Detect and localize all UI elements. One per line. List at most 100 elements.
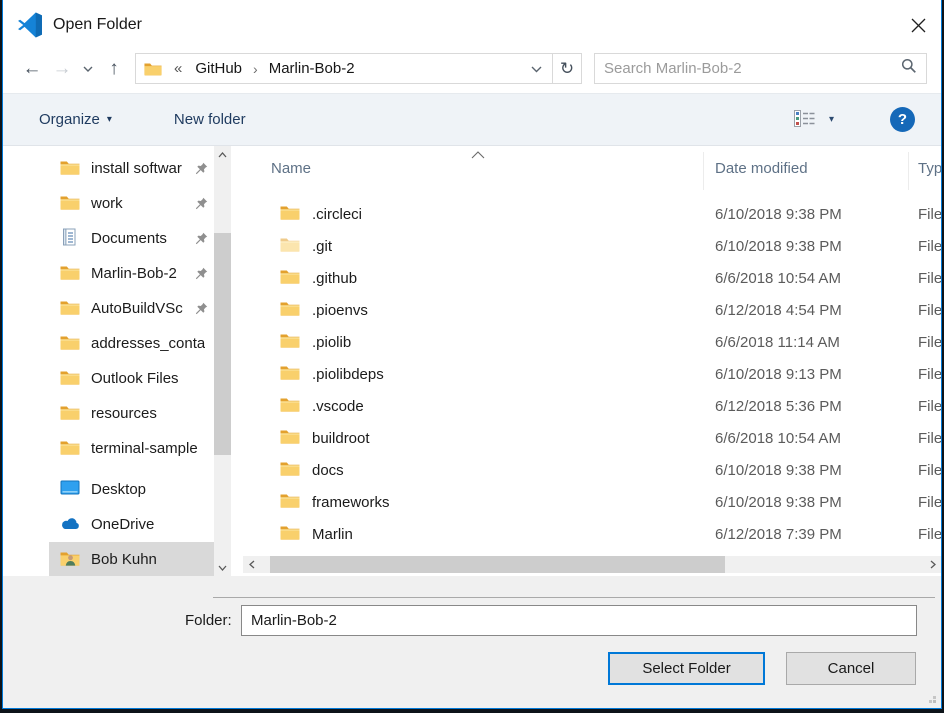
back-icon[interactable]: ← [17,54,47,84]
table-row[interactable]: Marlin 6/12/2018 7:39 PM File [231,518,941,550]
sidebar-item[interactable]: resources [49,396,214,431]
pin-icon [195,267,208,284]
sidebar-item-label: Desktop [91,481,146,498]
table-row[interactable]: .piolib 6/6/2018 11:14 AM File [231,326,941,358]
table-row[interactable]: .github 6/6/2018 10:54 AM File [231,262,941,294]
column-header-name[interactable]: Name [271,160,311,177]
search-icon[interactable] [901,58,917,79]
refresh-icon[interactable]: ↻ [553,53,582,84]
horizontal-scrollbar[interactable] [243,556,941,573]
table-row[interactable]: .piolibdeps 6/10/2018 9:13 PM File [231,358,941,390]
up-icon[interactable]: ↑ [99,54,129,84]
resize-grip[interactable] [933,700,936,703]
table-row[interactable]: .git 6/10/2018 9:38 PM File [231,230,941,262]
sidebar-item[interactable]: install softwar [49,151,214,186]
file-date-modified: 6/12/2018 7:39 PM [715,526,842,543]
folder-label: Folder: [185,612,232,629]
organize-label: Organize [39,111,100,128]
file-date-modified: 6/10/2018 9:38 PM [715,462,842,479]
organize-button[interactable]: Organize ▾ [39,111,112,128]
sidebar-item-label: Bob Kuhn [91,551,157,568]
pin-icon [195,162,208,179]
file-name: .piolibdeps [312,366,384,383]
file-type: File [918,526,941,543]
folder-name-input[interactable] [241,605,917,636]
new-folder-label: New folder [174,111,246,128]
search-box [594,53,927,84]
table-row[interactable]: frameworks 6/10/2018 9:38 PM File [231,486,941,518]
table-row[interactable]: buildroot 6/6/2018 10:54 AM File [231,422,941,454]
sidebar-scrollbar[interactable] [214,146,231,576]
scroll-right-icon[interactable] [924,556,941,573]
file-type: File [918,238,941,255]
table-row[interactable]: docs 6/10/2018 9:38 PM File [231,454,941,486]
folder-icon [280,332,300,353]
help-button[interactable]: ? [890,107,915,132]
folder-icon [60,264,80,284]
recent-locations-chevron-icon[interactable] [77,54,99,84]
dialog-window: Open Folder ← → ↑ « GitHub › Marlin-Bob-… [0,0,944,713]
scroll-up-icon[interactable] [214,146,231,163]
breadcrumb-item-marlin-bob-2[interactable]: Marlin-Bob-2 [265,58,359,79]
sidebar-item[interactable]: Desktop [49,472,214,507]
sidebar-item[interactable]: Bob Kuhn [49,542,214,576]
folder-icon [60,439,80,459]
file-date-modified: 6/6/2018 10:54 AM [715,430,841,447]
sidebar-item-label: resources [91,405,157,422]
window-title: Open Folder [53,16,142,34]
sidebar-item[interactable]: Outlook Files [49,361,214,396]
sidebar-item-label: addresses_conta [91,335,205,352]
breadcrumb-separator: › [253,61,258,77]
folder-icon [280,204,300,225]
forward-icon[interactable]: → [47,54,77,84]
table-row[interactable]: .vscode 6/12/2018 5:36 PM File [231,390,941,422]
new-folder-button[interactable]: New folder [174,111,246,128]
folder-icon [280,460,300,481]
sidebar-item[interactable]: terminal-sample [49,431,214,466]
address-dropdown-chevron-icon[interactable] [527,57,546,80]
sidebar-item[interactable]: work [49,186,214,221]
breadcrumb-overflow[interactable]: « [174,60,182,77]
folder-icon [60,369,80,389]
sidebar-item[interactable]: OneDrive [49,507,214,542]
table-row[interactable]: .circleci 6/10/2018 9:38 PM File [231,198,941,230]
folder-icon [280,524,300,545]
horizontal-scroll-thumb[interactable] [270,556,725,573]
breadcrumb-item-github[interactable]: GitHub [191,58,246,79]
sidebar-item[interactable]: Documents [49,221,214,256]
file-type: File [918,430,941,447]
pin-icon [195,197,208,214]
sidebar-item[interactable]: AutoBuildVSc [49,291,214,326]
change-view-button[interactable]: ▾ [794,110,834,130]
details-view-icon [794,110,817,130]
sidebar-item-label: Marlin-Bob-2 [91,265,177,282]
cancel-button[interactable]: Cancel [786,652,916,685]
table-row[interactable]: .pioenvs 6/12/2018 4:54 PM File [231,294,941,326]
address-bar[interactable]: « GitHub › Marlin-Bob-2 [135,53,553,84]
scroll-left-icon[interactable] [243,556,260,573]
file-list: Name Date modified Typ .circleci 6/10/20… [231,146,941,576]
sidebar-item-label: terminal-sample [91,440,198,457]
file-type: File [918,462,941,479]
file-type: File [918,206,941,223]
sidebar-item[interactable]: Marlin-Bob-2 [49,256,214,291]
sidebar-item[interactable]: addresses_conta [49,326,214,361]
column-header-type[interactable]: Typ [918,160,941,177]
onedrive-icon [60,516,81,534]
column-divider[interactable] [703,152,704,190]
select-folder-button[interactable]: Select Folder [608,652,765,685]
close-icon[interactable] [895,5,941,45]
file-date-modified: 6/10/2018 9:13 PM [715,366,842,383]
file-name: .pioenvs [312,302,368,319]
file-name: .git [312,238,332,255]
search-input[interactable] [604,60,901,77]
sidebar-item-label: work [91,195,123,212]
column-divider[interactable] [908,152,909,190]
column-header-date-modified[interactable]: Date modified [715,160,808,177]
sidebar-scroll-thumb[interactable] [214,233,231,455]
folder-icon [60,159,80,179]
file-date-modified: 6/12/2018 5:36 PM [715,398,842,415]
folder-icon [280,492,300,513]
scroll-down-icon[interactable] [214,559,231,576]
file-type: File [918,334,941,351]
